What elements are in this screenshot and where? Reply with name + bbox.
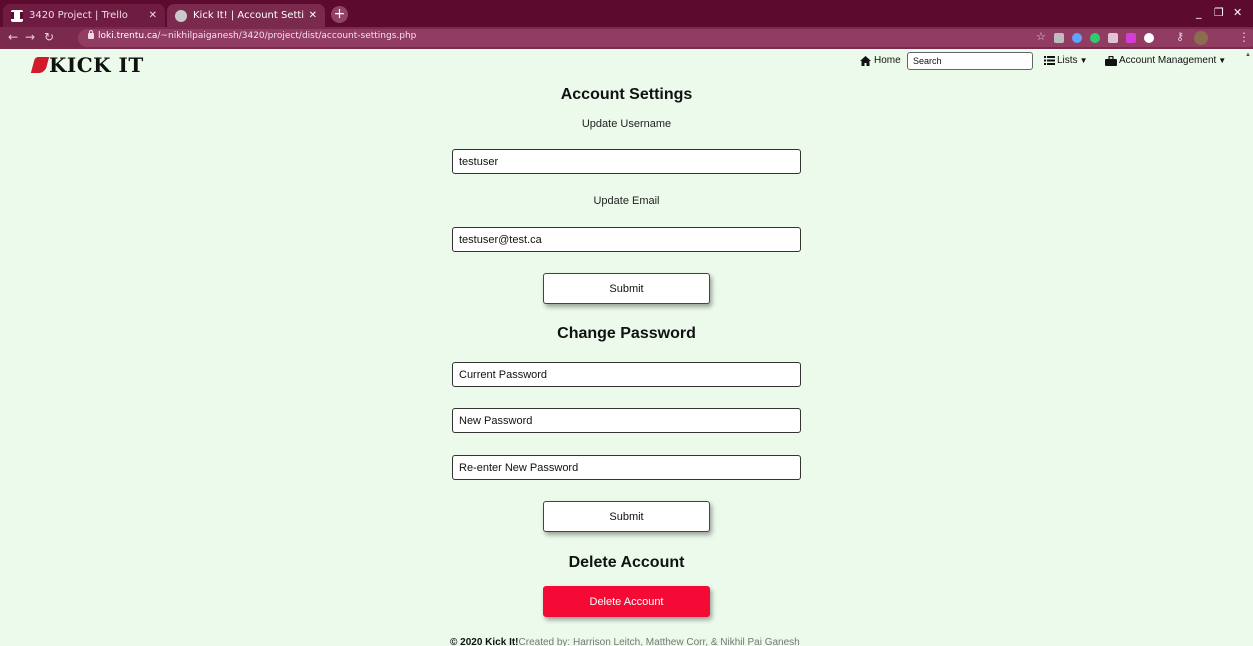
back-arrow-icon[interactable]: ← <box>8 30 18 44</box>
new-tab-button[interactable]: + <box>331 6 348 23</box>
nav-lists-label: Lists <box>1057 55 1078 66</box>
minimize-icon[interactable]: _ <box>1196 6 1202 19</box>
username-input[interactable] <box>452 149 801 174</box>
footer-brand: © 2020 Kick It! <box>450 637 519 646</box>
search-input[interactable] <box>907 52 1033 70</box>
list-icon <box>1044 56 1055 65</box>
lock-icon <box>88 30 94 39</box>
scroll-up-icon[interactable]: ▲ <box>1245 52 1251 58</box>
profile-avatar[interactable] <box>1194 31 1208 45</box>
nav-account-dropdown[interactable]: Account Management ▼ <box>1105 55 1226 66</box>
browser-toolbar: ← → ↻ loki.trentu.ca/~nikhilpaiganesh/34… <box>0 27 1253 49</box>
nav-lists-dropdown[interactable]: Lists ▼ <box>1044 55 1087 66</box>
password-submit-button[interactable]: Submit <box>543 501 710 532</box>
nav-account-label: Account Management <box>1119 55 1217 66</box>
email-input[interactable] <box>452 227 801 252</box>
page-title: Account Settings <box>560 86 693 103</box>
extension-icon[interactable] <box>1108 33 1118 43</box>
new-password-field[interactable] <box>452 408 801 433</box>
globe-icon <box>175 9 187 22</box>
menu-dots-icon[interactable]: ⋮ <box>1238 30 1250 44</box>
bookmark-star-icon[interactable]: ☆ <box>1036 30 1046 43</box>
home-icon <box>860 55 871 66</box>
browser-tab-trello[interactable]: 3420 Project | Trello ✕ <box>3 4 165 27</box>
footer-credits: Created by: Harrison Leitch, Matthew Cor… <box>518 637 800 646</box>
delete-account-heading: Delete Account <box>568 554 685 571</box>
update-submit-button[interactable]: Submit <box>543 273 710 304</box>
forward-arrow-icon[interactable]: → <box>25 30 35 44</box>
logo-mark-icon <box>30 57 50 73</box>
trello-icon <box>11 9 23 22</box>
current-password-field[interactable] <box>452 362 801 387</box>
footer: © 2020 Kick It!Created by: Harrison Leit… <box>450 637 800 646</box>
close-window-icon[interactable]: ✕ <box>1233 6 1242 19</box>
tab-title: Kick It! | Account Settings <box>193 10 305 21</box>
site-logo[interactable]: KICK IT <box>30 53 144 77</box>
chevron-down-icon: ▼ <box>1079 56 1088 65</box>
tab-title: 3420 Project | Trello <box>29 10 128 21</box>
extension-icon[interactable] <box>1144 33 1154 43</box>
chevron-down-icon: ▼ <box>1218 56 1227 65</box>
extension-icon[interactable] <box>1126 33 1136 43</box>
key-icon[interactable]: ⚷ <box>1176 30 1184 43</box>
nav-home-link[interactable]: Home <box>860 55 901 66</box>
delete-account-button[interactable]: Delete Account <box>543 586 710 617</box>
reload-icon[interactable]: ↻ <box>44 30 54 44</box>
browser-tab-strip: 3420 Project | Trello ✕ Kick It! | Accou… <box>0 0 1253 27</box>
tab-close-icon[interactable]: ✕ <box>309 10 317 21</box>
briefcase-icon <box>1105 55 1117 66</box>
tab-close-icon[interactable]: ✕ <box>149 10 157 21</box>
browser-tab-account-settings[interactable]: Kick It! | Account Settings ✕ <box>167 4 325 27</box>
change-password-heading: Change Password <box>557 325 696 342</box>
extension-icon[interactable] <box>1054 33 1064 43</box>
username-label: Update Username <box>581 118 672 130</box>
email-label: Update Email <box>593 195 660 207</box>
grammarly-icon[interactable] <box>1090 33 1100 43</box>
extension-icon[interactable] <box>1072 33 1082 43</box>
nav-home-label: Home <box>874 55 901 66</box>
restore-icon[interactable]: ❐ <box>1214 6 1224 19</box>
logo-text: KICK IT <box>49 53 144 77</box>
reenter-password-field[interactable] <box>452 455 801 480</box>
url-text[interactable]: loki.trentu.ca/~nikhilpaiganesh/3420/pro… <box>98 31 416 41</box>
